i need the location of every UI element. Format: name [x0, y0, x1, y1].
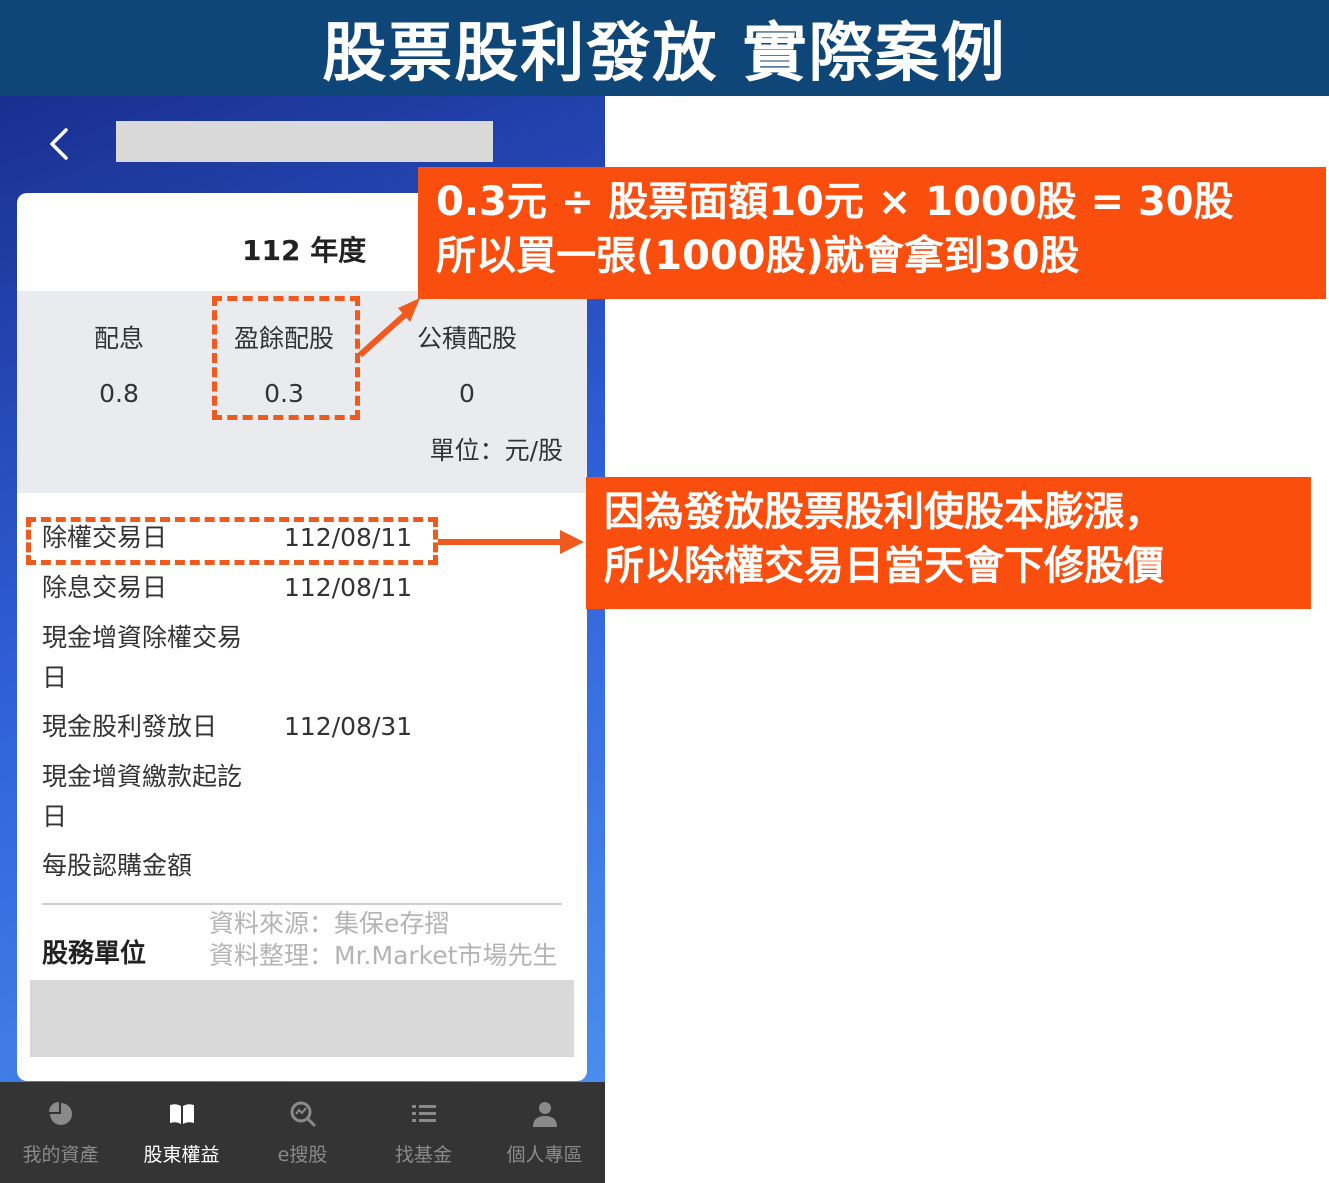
callout-line: 0.3元 ÷ 股票面額10元 × 1000股 = 30股 [436, 179, 1234, 225]
list-icon [411, 1105, 436, 1122]
bottom-nav: 我的資產 股東權益 e搜股 找基金 個人專區 [0, 1082, 605, 1183]
row-key: 現金增資除權交易日 [42, 623, 243, 692]
nav-find-funds[interactable]: 找基金 [363, 1082, 484, 1183]
nav-stock-search[interactable]: e搜股 [242, 1082, 363, 1183]
redacted-stock-name [116, 121, 493, 162]
callout-ex-rights-explanation: 因為發放股票股利使股本膨漲， 所以除權交易日當天會下修股價 [586, 477, 1311, 609]
nav-my-assets[interactable]: 我的資產 [0, 1082, 121, 1183]
stock-agent-label: 股務單位 [42, 939, 147, 969]
nav-label: e搜股 [277, 1144, 328, 1166]
divider [42, 903, 562, 905]
year-label: 112 年度 [242, 234, 367, 267]
row-key: 每股認購金額 [42, 851, 193, 880]
nav-personal[interactable]: 個人專區 [484, 1082, 605, 1183]
redacted-agent-info [30, 980, 574, 1057]
row-key: 除息交易日 [42, 573, 168, 602]
banner-title: 股票股利發放 實際案例 [322, 17, 1007, 91]
reserve-stock-dividend-label: 公積配股 [416, 324, 517, 353]
cash-dividend-value: 0.8 [99, 379, 139, 408]
callout-stock-dividend-calc: 0.3元 ÷ 股票面額10元 × 1000股 = 30股 所以買一張(1000股… [418, 167, 1326, 299]
nav-label: 我的資產 [22, 1144, 99, 1166]
callout-line: 因為發放股票股利使股本膨漲， [604, 489, 1164, 535]
source-watermark: 資料來源：集保e存摺 資料整理：Mr.Market市場先生 [209, 908, 557, 972]
reserve-stock-dividend-value: 0 [459, 379, 475, 408]
unit-label: 單位：元/股 [429, 436, 563, 465]
row-value: 112/08/31 [284, 712, 413, 741]
nav-label: 找基金 [394, 1144, 452, 1166]
cash-dividend: 配息 0.8 [39, 319, 199, 408]
search-chart-icon [290, 1101, 315, 1127]
nav-label: 個人專區 [506, 1144, 583, 1166]
nav-shareholder-rights[interactable]: 股東權益 [121, 1082, 242, 1183]
highlight-ex-rights-date [26, 517, 438, 565]
person-icon [532, 1102, 557, 1127]
book-icon [169, 1104, 194, 1124]
nav-label: 股東權益 [143, 1144, 220, 1166]
highlight-earnings-stock-dividend [212, 296, 360, 420]
callout-line: 所以除權交易日當天會下修股價 [604, 543, 1164, 589]
row-key: 現金增資繳款起訖日 [42, 762, 243, 831]
chevron-left-icon[interactable] [42, 124, 76, 164]
row-value: 112/08/11 [284, 573, 413, 602]
title-banner: 股票股利發放 實際案例 [0, 0, 1329, 96]
pie-chart-icon [48, 1102, 72, 1125]
callout-line: 所以買一張(1000股)就會拿到30股 [436, 233, 1080, 279]
source-line-1: 資料來源：集保e存摺 [209, 909, 450, 938]
cash-dividend-label: 配息 [93, 324, 144, 353]
source-line-2: 資料整理：Mr.Market市場先生 [209, 941, 558, 970]
reserve-stock-dividend: 公積配股 0 [387, 319, 547, 408]
row-key: 現金股利發放日 [42, 712, 218, 741]
